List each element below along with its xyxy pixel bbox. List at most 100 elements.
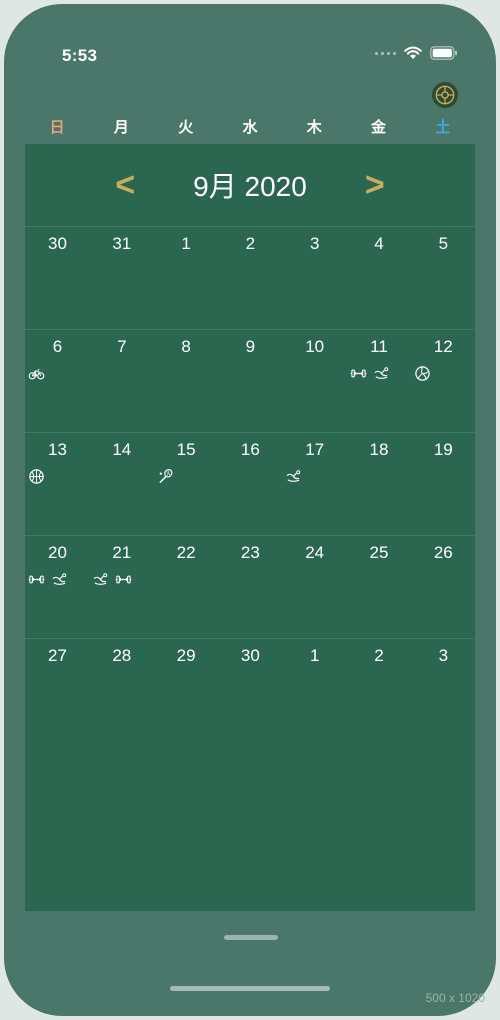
page-handle[interactable]: [224, 935, 278, 940]
day-cell[interactable]: 18: [347, 433, 412, 535]
battery-icon: [430, 46, 457, 60]
day-cell[interactable]: 24: [282, 536, 347, 638]
day-cell[interactable]: 8: [154, 330, 219, 432]
day-cell[interactable]: 25: [347, 536, 412, 638]
day-number: 30: [240, 646, 260, 665]
day-cell[interactable]: 23: [218, 536, 283, 638]
day-cell[interactable]: 29: [154, 639, 219, 741]
day-cell[interactable]: 19: [411, 433, 476, 535]
day-number: 21: [112, 543, 132, 562]
next-month-button[interactable]: >: [355, 165, 395, 205]
day-cell[interactable]: 17: [282, 433, 347, 535]
day-cell[interactable]: 2: [347, 639, 412, 741]
day-cell[interactable]: 1: [282, 639, 347, 741]
activity-icons: [28, 365, 45, 382]
day-cell[interactable]: 10: [282, 330, 347, 432]
weekday-tue: 火: [178, 119, 194, 136]
status-indicators: [375, 46, 458, 60]
dumbbell-icon: [28, 571, 45, 588]
day-cell[interactable]: 22: [154, 536, 219, 638]
day-number: 15: [176, 440, 196, 459]
day-cell[interactable]: 28: [89, 639, 154, 741]
badminton-icon: [157, 468, 174, 485]
day-number: 29: [176, 646, 196, 665]
weekday-fri: 金: [371, 119, 387, 136]
day-number: 18: [369, 440, 389, 459]
day-number: 1: [309, 646, 320, 665]
week-row: 27 28 29 30 1 2 3: [25, 638, 475, 741]
day-cell[interactable]: 30: [218, 639, 283, 741]
prev-month-button[interactable]: <: [105, 165, 145, 205]
day-cell[interactable]: 11: [347, 330, 412, 432]
swim-icon: [92, 571, 109, 588]
day-number: 23: [240, 543, 260, 562]
day-cell[interactable]: 9: [218, 330, 283, 432]
status-time: 5:53: [62, 46, 98, 65]
settings-button[interactable]: [432, 82, 458, 108]
day-number: 25: [369, 543, 389, 562]
gear-icon: [435, 85, 455, 105]
weekday-header: 日 月 火 水 木 金 土: [25, 116, 475, 137]
weekday-sun: 日: [49, 119, 65, 136]
basketball-icon: [28, 468, 45, 485]
day-number: 4: [374, 234, 384, 253]
day-cell[interactable]: 7: [89, 330, 154, 432]
month-header: < 9月 2020 >: [25, 144, 475, 226]
day-number: 6: [52, 337, 63, 356]
weekday-wed: 水: [242, 119, 258, 136]
swim-icon: [51, 571, 68, 588]
day-number: 10: [305, 337, 325, 356]
day-number: 27: [48, 646, 67, 665]
day-number: 11: [370, 337, 388, 356]
day-number: 9: [245, 337, 256, 356]
week-row: 6 7 8 9 10 11 12: [25, 329, 475, 432]
signal-icon: [375, 51, 396, 55]
activity-icons: [92, 571, 132, 588]
size-label: 500 x 1020: [425, 991, 485, 1005]
activity-icons: [28, 468, 45, 485]
day-number: 30: [48, 234, 67, 253]
day-number: 16: [240, 440, 260, 459]
day-cell[interactable]: 27: [25, 639, 90, 741]
volleyball-icon: [414, 365, 431, 382]
day-cell[interactable]: 14: [89, 433, 154, 535]
day-number: 22: [176, 543, 196, 562]
day-cell[interactable]: 1: [154, 227, 219, 329]
activity-icons: [350, 365, 390, 382]
day-cell[interactable]: 31: [89, 227, 154, 329]
week-row: 30 31 1 2 3 4 5: [25, 226, 475, 329]
swim-icon: [373, 365, 390, 382]
day-number: 31: [112, 234, 132, 253]
day-cell[interactable]: 5: [411, 227, 476, 329]
day-cell[interactable]: 6: [25, 330, 90, 432]
day-cell[interactable]: 13: [25, 433, 90, 535]
day-cell[interactable]: 16: [218, 433, 283, 535]
day-number: 26: [433, 543, 453, 562]
day-cell[interactable]: 15: [154, 433, 219, 535]
dumbbell-icon: [115, 571, 132, 588]
activity-icons: [285, 468, 302, 485]
day-cell[interactable]: 3: [411, 639, 476, 741]
phone-screen: 5:53 日 月 火 水 木 金 土 < 9月 2020 > 30 31 1 2…: [4, 4, 496, 1016]
day-cell[interactable]: 12: [411, 330, 476, 432]
day-number: 28: [112, 646, 132, 665]
day-number: 3: [438, 646, 449, 665]
day-cell[interactable]: 21: [89, 536, 154, 638]
dumbbell-icon: [350, 365, 367, 382]
day-number: 17: [305, 440, 325, 459]
weekday-sat: 土: [435, 119, 451, 136]
calendar-grid: < 9月 2020 > 30 31 1 2 3 4 5 6 7 8 9 10 11 12 13 14 15 16 1…: [25, 144, 475, 911]
day-number: 2: [245, 234, 256, 253]
day-number: 3: [309, 234, 320, 253]
home-indicator[interactable]: [170, 986, 330, 991]
day-number: 13: [48, 440, 67, 459]
day-number: 12: [433, 337, 453, 356]
day-number: 19: [433, 440, 453, 459]
day-cell[interactable]: 3: [282, 227, 347, 329]
day-cell[interactable]: 30: [25, 227, 90, 329]
day-cell[interactable]: 20: [25, 536, 90, 638]
day-cell[interactable]: 2: [218, 227, 283, 329]
day-cell[interactable]: 26: [411, 536, 476, 638]
day-cell[interactable]: 4: [347, 227, 412, 329]
activity-icons: [414, 365, 431, 382]
